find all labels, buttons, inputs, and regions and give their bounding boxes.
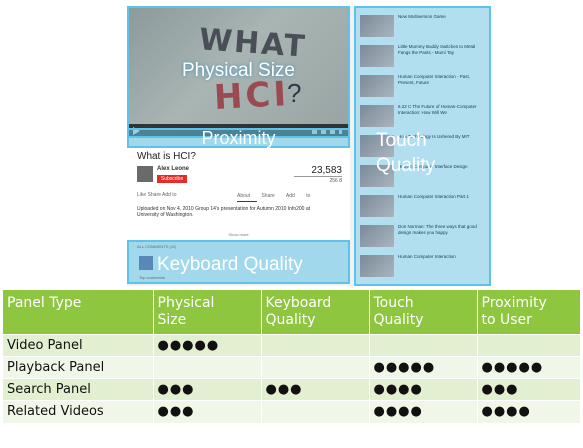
video-panel[interactable]: WHAT HCI ? Physical Size — [127, 6, 350, 138]
cell-keyboard — [261, 400, 370, 423]
related-title[interactable]: 6.22 C The Future of Human-Computer Inte… — [398, 104, 486, 115]
video-title: What is HCI? — [137, 151, 196, 162]
proximity-label: Proximity — [201, 128, 276, 148]
cell-physical: ●●●●● — [153, 334, 262, 357]
table-row: Related Videos ●●● ●●●● ●●●● — [3, 400, 580, 423]
cell-proximity: ●●● — [477, 378, 580, 401]
like-ratio-bar — [294, 176, 342, 177]
cell-panel: Related Videos — [3, 400, 154, 423]
related-title[interactable]: Human Computer Interaction - Past, Prese… — [398, 74, 486, 85]
keyboard-highlight: ALL COMMENTS (11) Keyboard Quality Top c… — [127, 240, 350, 284]
list-item[interactable]: Little Mummy Buddy Switches to Metal Fan… — [360, 44, 488, 70]
cell-proximity — [477, 334, 580, 357]
related-title[interactable]: Human Computer Interaction Part 1 — [398, 194, 486, 200]
table-header-row: Panel Type Physical Size Keyboard Quality … — [3, 290, 580, 335]
related-title[interactable]: New Multiversion Game — [398, 14, 486, 20]
cell-proximity: ●●●●● — [477, 356, 580, 379]
youtube-screenshot: WHAT HCI ? Physical Size Proximity What … — [127, 6, 491, 286]
cell-keyboard — [261, 334, 370, 357]
subscribe-button[interactable]: Subscribe — [157, 175, 187, 183]
table-row: Playback Panel ●●●●● ●●●●● — [3, 356, 580, 379]
cell-physical: ●●● — [153, 378, 262, 401]
list-item[interactable]: Human Computer Interaction - Past, Prese… — [360, 74, 488, 100]
cell-proximity: ●●●● — [477, 400, 580, 423]
related-title[interactable]: Human Computer Interaction — [398, 254, 486, 260]
list-item[interactable]: Human Computer Interaction — [360, 254, 488, 280]
info-tabs[interactable]: About Share Add to — [237, 193, 310, 199]
user-icon — [139, 256, 153, 270]
col-header-physical-size: Physical Size — [153, 290, 262, 335]
list-item[interactable]: New Multiversion Game — [360, 14, 488, 40]
cell-touch: ●●●● — [369, 378, 478, 401]
top-comments-dropdown[interactable]: Top comments — [139, 275, 165, 280]
col-header-text: Quality — [373, 312, 424, 328]
cell-physical — [153, 356, 262, 379]
cell-touch: ●●●●● — [369, 356, 478, 379]
physical-size-label: Physical Size — [182, 60, 295, 81]
touch-quality-label: Touch Quality — [376, 128, 435, 178]
col-header-text: Keyboard — [265, 295, 332, 311]
video-description: Uploaded on Nov 4, 2010 Group 14's prese… — [137, 206, 311, 218]
video-thumbnail[interactable] — [360, 225, 394, 247]
related-videos-panel[interactable]: New Multiversion Game Little Mummy Buddy… — [354, 6, 491, 286]
show-more-button[interactable]: Show more — [127, 232, 350, 237]
col-header-text: Physical — [157, 295, 215, 311]
col-header-text: to User — [481, 312, 532, 328]
cell-keyboard — [261, 356, 370, 379]
cell-physical: ●●● — [153, 400, 262, 423]
col-header-text: Quality — [265, 312, 316, 328]
touch-quality-line2: Quality — [376, 155, 436, 176]
active-tab-indicator — [237, 201, 257, 202]
cell-panel: Playback Panel — [3, 356, 154, 379]
list-item[interactable]: 6.22 C The Future of Human-Computer Inte… — [360, 104, 488, 130]
video-thumbnail[interactable] — [360, 195, 394, 217]
video-thumbnail[interactable] — [360, 15, 394, 37]
related-title[interactable]: Little Mummy Buddy Switches to Metal Fan… — [398, 44, 486, 55]
view-count: 23,583 — [311, 165, 342, 176]
channel-name[interactable]: Alex Leone — [157, 166, 189, 172]
col-header-text: Proximity — [481, 295, 547, 311]
col-header-proximity: Proximity to User — [477, 290, 580, 335]
video-thumbnail[interactable] — [360, 75, 394, 97]
cell-touch: ●●●● — [369, 400, 478, 423]
keyboard-quality-label: Keyboard Quality — [157, 254, 303, 275]
touch-quality-line1: Touch — [376, 130, 427, 151]
cell-panel: Search Panel — [3, 378, 154, 401]
cell-panel: Video Panel — [3, 334, 154, 357]
col-header-text: Size — [157, 312, 187, 328]
cell-touch — [369, 334, 478, 357]
like-counts[interactable]: 256 8 — [329, 178, 342, 184]
list-item[interactable]: Human Computer Interaction Part 1 — [360, 194, 488, 220]
table-row: Search Panel ●●● ●●● ●●●● ●●● — [3, 378, 580, 401]
list-item[interactable]: Don Norman: The three ways that good des… — [360, 224, 488, 250]
table-row: Video Panel ●●●●● — [3, 334, 580, 357]
comments-header: ALL COMMENTS (11) — [137, 244, 177, 249]
proximity-highlight: Proximity — [127, 128, 350, 148]
col-header-keyboard-quality: Keyboard Quality — [261, 290, 370, 335]
video-thumbnail[interactable] — [360, 105, 394, 127]
col-header-text: Panel Type — [7, 295, 82, 311]
related-title[interactable]: Don Norman: The three ways that good des… — [398, 224, 486, 235]
video-scrawl-question: ? — [287, 78, 302, 108]
panel-comparison-table: Panel Type Physical Size Keyboard Quality … — [3, 290, 580, 423]
video-thumbnail[interactable] — [360, 45, 394, 67]
video-scrawl-what: WHAT — [197, 22, 308, 65]
video-info-panel: What is HCI? Alex Leone Subscribe 23,583… — [127, 148, 350, 240]
col-header-panel-type: Panel Type — [3, 290, 154, 335]
col-header-touch-quality: Touch Quality — [369, 290, 478, 335]
cell-keyboard: ●●● — [261, 378, 370, 401]
avatar[interactable] — [137, 166, 153, 182]
col-header-text: Touch — [373, 295, 414, 311]
video-actions[interactable]: Like Share Add to — [137, 192, 176, 198]
video-thumbnail[interactable] — [360, 255, 394, 277]
